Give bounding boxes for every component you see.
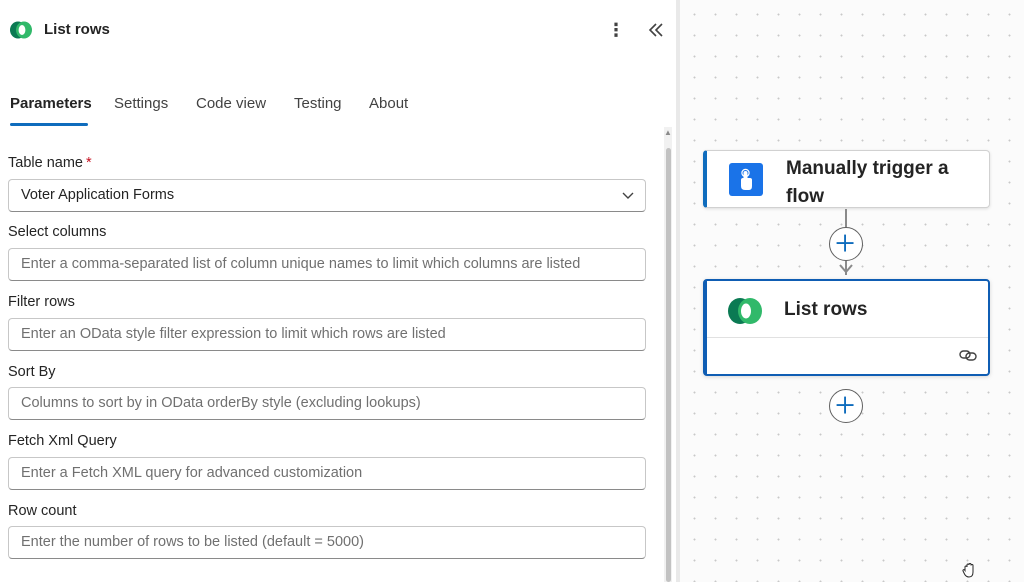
tab-testing[interactable]: Testing [294,95,342,112]
row-count-label: Row count [8,503,77,519]
double-chevron-left-icon[interactable] [645,18,667,42]
card-divider [707,337,988,338]
more-options-button[interactable]: ⋮ [606,18,626,42]
filter-rows-label: Filter rows [8,294,75,310]
active-tab-indicator [10,123,88,126]
touch-hand-icon [741,168,752,190]
action-details-panel: List rows ⋮ Parameters Settings Code vie… [0,0,676,582]
table-name-dropdown[interactable]: Voter Application Forms [8,179,646,212]
select-columns-input[interactable]: Enter a comma-separated list of column u… [8,248,646,281]
trigger-icon-tile [729,163,763,196]
parameters-form: Table name * Voter Application Forms Sele… [0,128,660,582]
table-name-label-text: Table name [8,155,83,171]
sort-by-input[interactable]: Columns to sort by in OData orderBy styl… [8,387,646,420]
connector-line-top [845,209,847,229]
panel-title: List rows [44,21,110,38]
grab-hand-cursor-icon [962,562,974,578]
fetch-xml-label: Fetch Xml Query [8,433,117,449]
list-rows-card[interactable]: List rows [703,279,990,376]
scroll-up-arrow-icon[interactable]: ▲ [664,128,672,138]
filter-rows-input[interactable]: Enter an OData style filter expression t… [8,318,646,351]
table-name-value: Voter Application Forms [21,187,175,203]
tab-bar: Parameters Settings Code view Testing Ab… [0,88,676,128]
link-icon[interactable] [958,347,978,363]
add-step-button[interactable] [829,389,863,423]
dataverse-logo [728,298,762,324]
connector-arrow-icon [839,264,853,274]
dataverse-logo [10,21,32,39]
required-mark: * [85,155,92,171]
select-columns-label: Select columns [8,224,107,240]
chevron-down-icon [622,192,634,199]
tab-about[interactable]: About [369,95,408,112]
trigger-card[interactable]: Manually trigger a flow [703,150,990,208]
more-vertical-icon: ⋮ [607,20,625,40]
panel-scrollbar-thumb[interactable] [666,148,671,582]
plus-icon [836,234,854,252]
plus-icon [836,396,854,414]
insert-step-button[interactable] [829,227,863,261]
row-count-input[interactable]: Enter the number of rows to be listed (d… [8,526,646,559]
tab-code-view[interactable]: Code view [196,95,266,112]
trigger-card-title: Manually trigger a flow [786,158,949,207]
panel-header: List rows ⋮ [0,0,676,62]
table-name-label: Table name * [8,155,92,171]
tab-settings[interactable]: Settings [114,95,168,112]
list-rows-card-title: List rows [784,299,868,320]
sort-by-label: Sort By [8,364,56,380]
tab-parameters[interactable]: Parameters [10,95,92,112]
fetch-xml-input[interactable]: Enter a Fetch XML query for advanced cus… [8,457,646,490]
